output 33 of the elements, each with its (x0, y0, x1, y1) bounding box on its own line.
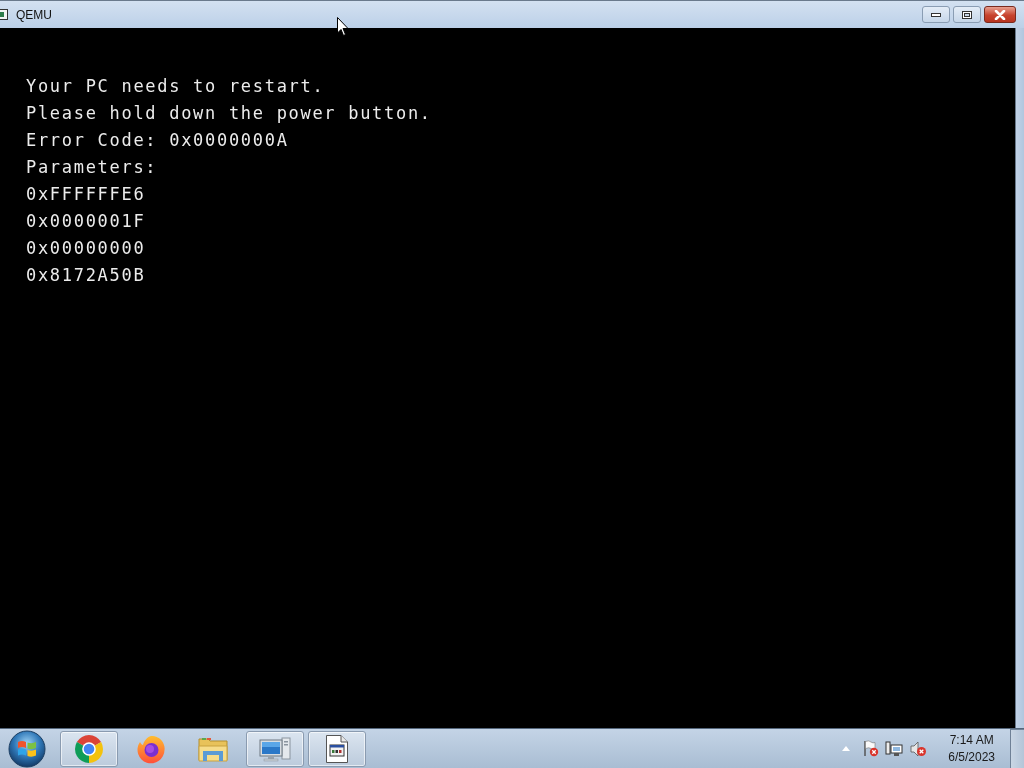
computer-icon (258, 734, 292, 763)
clock-date: 6/5/2023 (948, 748, 995, 766)
window-app-icon (0, 9, 8, 20)
round-logo-icon (74, 733, 104, 764)
clock-button[interactable]: 7:14 AM 6/5/2023 (942, 731, 1001, 766)
console-text-line: 0xFFFFFFE6 (26, 183, 146, 206)
console-text-line: 0x0000001F (26, 210, 146, 233)
restore-button[interactable] (953, 6, 981, 23)
flame-logo-icon (136, 733, 166, 764)
taskbar-app-button[interactable] (60, 730, 118, 767)
document-icon (325, 733, 349, 764)
console-text-line: Parameters: (26, 156, 158, 179)
taskbar-app-button[interactable] (308, 730, 366, 767)
muted-speaker-icon[interactable] (909, 740, 928, 757)
console-text-line: 0x8172A50B (26, 264, 146, 287)
console-text-line: Please hold down the power button. (26, 102, 432, 125)
caret-up-icon (842, 746, 851, 751)
network-icon[interactable] (885, 740, 904, 757)
minimize-button[interactable] (922, 6, 950, 23)
show-desktop-button[interactable] (1010, 728, 1024, 768)
console-text-line: Your PC needs to restart. (26, 75, 325, 98)
minimize-icon (931, 12, 941, 17)
flag-icon[interactable] (863, 740, 880, 757)
close-button[interactable] (984, 6, 1016, 23)
console-text-line: Error Code: 0x0000000A (26, 129, 289, 152)
restore-icon (962, 10, 972, 19)
clock-time: 7:14 AM (949, 731, 994, 749)
console-text-line: 0x00000000 (26, 237, 146, 260)
windows-orb-icon (8, 729, 46, 768)
start-button[interactable] (7, 728, 47, 768)
close-icon (994, 9, 1006, 20)
taskbar-app-button[interactable] (246, 730, 304, 767)
window-title: QEMU (16, 7, 52, 22)
